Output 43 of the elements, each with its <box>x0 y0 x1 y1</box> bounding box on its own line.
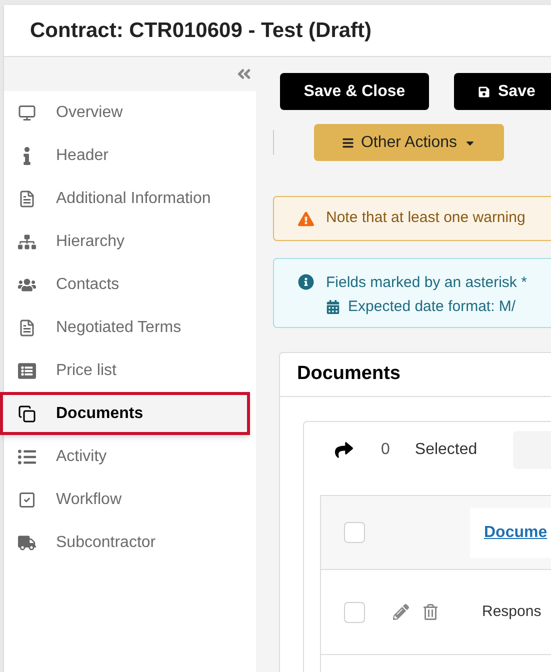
save-close-button[interactable]: Save & Close <box>280 73 429 110</box>
copy-icon <box>18 404 36 422</box>
checkbox-icon <box>18 490 36 508</box>
edit-icon[interactable] <box>393 604 409 620</box>
sidebar-item[interactable]: Overview <box>4 91 256 134</box>
save-icon <box>478 86 490 98</box>
card-title: Documents <box>297 362 400 386</box>
checkbox[interactable] <box>344 602 365 622</box>
save-button[interactable]: Save <box>454 73 551 110</box>
truck-icon <box>18 534 36 552</box>
sidebar-item[interactable]: Workflow <box>4 478 256 521</box>
selected-count: 0 <box>381 440 390 460</box>
sidebar-item[interactable]: Subcontractor <box>4 521 256 564</box>
sidebar-item[interactable]: Header <box>4 134 256 177</box>
info-text: Fields marked by an asterisk * <box>326 272 527 293</box>
info-text: Expected date format: M/ <box>348 296 516 317</box>
collapse-icon[interactable] <box>236 66 252 82</box>
sidebar-item[interactable]: Documents <box>0 392 250 435</box>
checkbox[interactable] <box>344 522 365 543</box>
other-actions-button[interactable]: Other Actions <box>314 124 504 161</box>
warning-text: Note that at least one warning <box>326 208 526 228</box>
sidebar-item[interactable]: Price list <box>4 349 256 392</box>
delete-icon[interactable] <box>423 604 438 620</box>
sidebar-item[interactable]: Hierarchy <box>4 220 256 263</box>
people-icon <box>18 276 36 294</box>
sidebar-item[interactable]: Negotiated Terms <box>4 306 256 349</box>
sidebar-item[interactable]: Additional Information <box>4 177 256 220</box>
info-icon <box>298 274 314 290</box>
sidebar-item[interactable]: Contacts <box>4 263 256 306</box>
table-cell-text: Respons <box>482 602 542 622</box>
selected-label: Selected <box>414 440 478 460</box>
list-icon <box>18 362 36 380</box>
list-icon <box>18 448 36 466</box>
window-title: Contract: CTR010609 - Test (Draft) <box>30 18 372 44</box>
menu-icon <box>342 136 354 148</box>
sidebar-item[interactable]: Activity <box>4 435 256 478</box>
monitor-icon <box>18 104 36 122</box>
calendar-icon <box>326 300 340 314</box>
hierarchy-icon <box>18 232 36 250</box>
warning-icon <box>298 210 314 226</box>
share-icon[interactable] <box>335 441 353 459</box>
document-icon <box>18 190 36 208</box>
document-icon <box>18 318 36 336</box>
